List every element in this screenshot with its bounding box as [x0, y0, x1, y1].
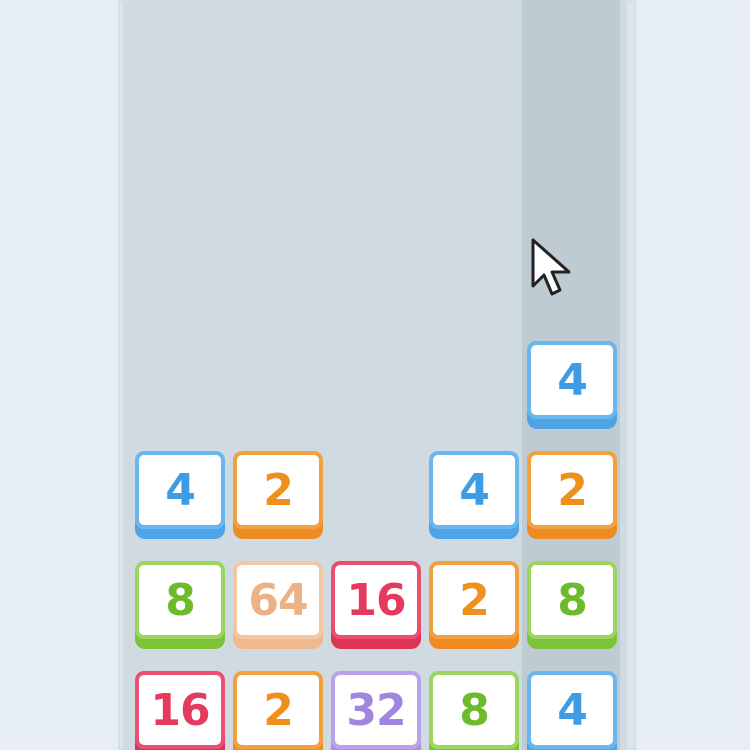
tile-value: 16	[331, 561, 421, 639]
tile-value: 2	[527, 451, 617, 529]
tile-value: 4	[429, 451, 519, 529]
tile-2: 2	[233, 451, 323, 539]
game-board[interactable]: 4 4 2 4 2 8 64 16 2 8 16 2 32 8 4	[123, 0, 627, 750]
tile-4: 4	[429, 451, 519, 539]
mouse-pointer-icon	[531, 238, 571, 296]
tile-8: 8	[527, 561, 617, 649]
tile-value: 32	[331, 671, 421, 749]
tile-16: 16	[135, 671, 225, 750]
tile-value: 2	[233, 671, 323, 749]
tile-value: 16	[135, 671, 225, 749]
tile-value: 4	[527, 671, 617, 749]
tile-4: 4	[527, 341, 617, 429]
tile-2: 2	[233, 671, 323, 750]
game-page: 4 4 2 4 2 8 64 16 2 8 16 2 32 8 4	[0, 0, 750, 750]
tile-value: 8	[527, 561, 617, 639]
tile-8: 8	[429, 671, 519, 750]
tile-value: 8	[429, 671, 519, 749]
left-background	[0, 0, 118, 750]
tile-value: 2	[233, 451, 323, 529]
right-background	[636, 0, 750, 750]
tile-4: 4	[527, 671, 617, 750]
tile-32: 32	[331, 671, 421, 750]
tile-value: 64	[233, 561, 323, 639]
tile-value: 2	[429, 561, 519, 639]
tile-value: 4	[135, 451, 225, 529]
tile-value: 4	[527, 341, 617, 419]
tile-64: 64	[233, 561, 323, 649]
tile-2: 2	[527, 451, 617, 539]
tile-16: 16	[331, 561, 421, 649]
tile-2: 2	[429, 561, 519, 649]
tile-4: 4	[135, 451, 225, 539]
tile-8: 8	[135, 561, 225, 649]
tile-value: 8	[135, 561, 225, 639]
